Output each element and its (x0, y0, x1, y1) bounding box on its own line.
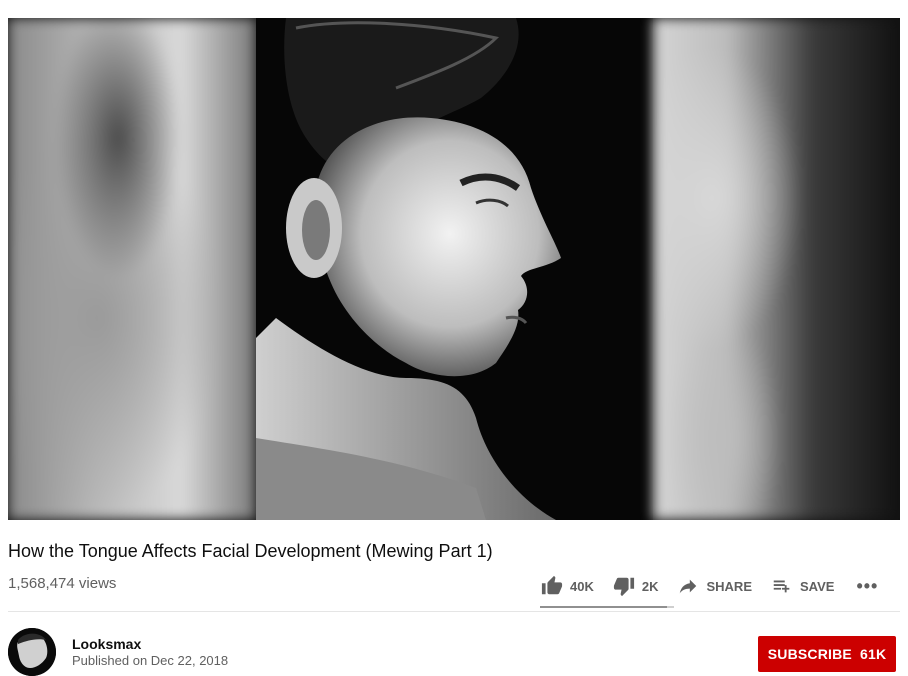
share-icon (676, 574, 700, 598)
publish-date: Published on Dec 22, 2018 (72, 653, 229, 668)
share-label: SHARE (706, 578, 752, 594)
sentiment-bar (540, 606, 674, 608)
avatar-image (8, 628, 56, 676)
like-button[interactable]: 40K (540, 574, 594, 598)
dislike-button[interactable]: 2K (612, 574, 659, 598)
share-button[interactable]: SHARE (676, 574, 752, 598)
thumbnail-blur-right (653, 18, 900, 520)
dislike-count: 2K (641, 578, 659, 594)
like-count: 40K (570, 578, 594, 594)
video-player[interactable] (8, 18, 900, 520)
avatar[interactable] (8, 628, 56, 676)
playlist-add-icon (770, 574, 794, 598)
video-actions: 40K 2K SHARE SAVE ••• (540, 572, 878, 600)
divider (8, 611, 900, 612)
save-button[interactable]: SAVE (770, 574, 834, 598)
more-icon: ••• (856, 575, 879, 596)
thumbs-down-icon (612, 574, 636, 598)
save-label: SAVE (800, 578, 835, 594)
subscribe-button[interactable]: SUBSCRIBE 61K (758, 636, 896, 672)
thumbnail-profile-photo (256, 18, 653, 520)
subscribe-label: SUBSCRIBE (767, 646, 852, 662)
thumbs-up-icon (540, 574, 564, 598)
thumbnail-blur-left (8, 18, 256, 520)
video-title: How the Tongue Affects Facial Developmen… (8, 541, 493, 561)
sentiment-bar-fill (540, 606, 668, 608)
more-actions-button[interactable]: ••• (856, 576, 878, 597)
profile-portrait-illustration (256, 18, 653, 520)
view-count: 1,568,474 views (8, 575, 117, 592)
subscriber-count: 61K (859, 646, 887, 662)
channel-name[interactable]: Looksmax (72, 636, 141, 652)
